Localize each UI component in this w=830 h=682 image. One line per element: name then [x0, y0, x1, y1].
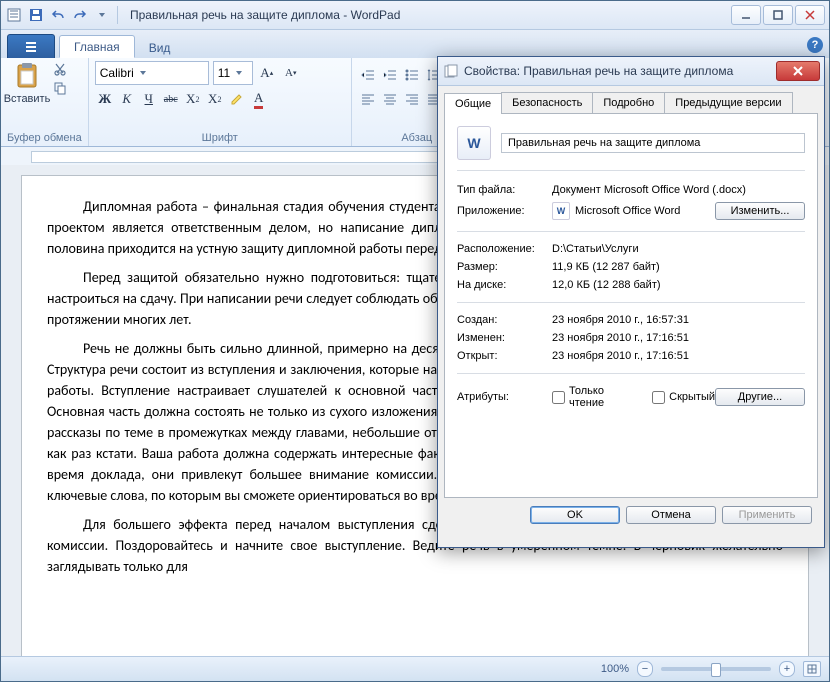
zoom-in-button[interactable]: +: [779, 661, 795, 677]
strike-button[interactable]: abc: [161, 89, 181, 109]
ok-button[interactable]: OK: [530, 506, 620, 524]
tab-main[interactable]: Главная: [59, 35, 135, 58]
tab-panel-general: W Правильная речь на защите диплома Тип …: [444, 114, 818, 498]
copy-icon[interactable]: [51, 80, 69, 96]
tab-general[interactable]: Общие: [444, 93, 502, 114]
label-created: Создан:: [457, 314, 552, 326]
label-opened: Открыт:: [457, 350, 552, 362]
dialog-icon: [444, 64, 458, 78]
shrink-font-icon[interactable]: A▾: [281, 63, 301, 83]
file-menu-button[interactable]: [7, 34, 55, 58]
other-attrs-button[interactable]: Другие...: [715, 388, 805, 406]
underline-button[interactable]: Ч: [139, 89, 159, 109]
zoom-slider[interactable]: [661, 667, 771, 671]
highlight-icon[interactable]: [227, 89, 247, 109]
titlebar: Правильная речь на защите диплома - Word…: [1, 1, 829, 30]
quick-access-toolbar: [5, 6, 111, 24]
app-window: Правильная речь на защите диплома - Word…: [0, 0, 830, 682]
cut-icon[interactable]: [51, 61, 69, 77]
paste-label: Вставить: [4, 93, 51, 105]
label-type: Тип файла:: [457, 184, 552, 196]
italic-button[interactable]: К: [117, 89, 137, 109]
grow-font-icon[interactable]: A▴: [257, 63, 277, 83]
paste-button[interactable]: Вставить: [7, 61, 47, 105]
font-color-icon[interactable]: A: [249, 89, 269, 109]
readonly-checkbox[interactable]: Только чтение: [552, 385, 636, 409]
fit-button[interactable]: [803, 661, 821, 677]
properties-dialog: Свойства: Правильная речь на защите дипл…: [437, 56, 825, 548]
tab-view[interactable]: Вид: [135, 37, 185, 58]
value-type: Документ Microsoft Office Word (.docx): [552, 184, 805, 196]
window-controls: [731, 5, 825, 25]
tab-previous[interactable]: Предыдущие версии: [664, 92, 792, 113]
dialog-title: Свойства: Правильная речь на защите дипл…: [464, 64, 770, 78]
maximize-button[interactable]: [763, 5, 793, 25]
label-app: Приложение:: [457, 205, 552, 217]
minimize-button[interactable]: [731, 5, 761, 25]
close-button[interactable]: [795, 5, 825, 25]
cancel-button[interactable]: Отмена: [626, 506, 716, 524]
dialog-titlebar: Свойства: Правильная речь на защите дипл…: [438, 57, 824, 86]
value-disk: 12,0 КБ (12 288 байт): [552, 279, 805, 291]
font-family-select[interactable]: Calibri: [95, 61, 209, 85]
font-size-select[interactable]: 11: [213, 61, 253, 85]
dialog-close-button[interactable]: [776, 61, 820, 81]
subscript-button[interactable]: X2: [183, 89, 203, 109]
dialog-buttons: OK Отмена Применить: [444, 498, 818, 524]
qat-dropdown-icon[interactable]: [93, 6, 111, 24]
inc-indent-icon[interactable]: [380, 65, 400, 85]
hidden-checkbox[interactable]: Скрытый: [652, 391, 715, 404]
apply-button[interactable]: Применить: [722, 506, 812, 524]
window-title: Правильная речь на защите диплома - Word…: [124, 8, 725, 22]
zoom-out-button[interactable]: −: [637, 661, 653, 677]
label-modified: Изменен:: [457, 332, 552, 344]
group-font-label: Шрифт: [95, 131, 345, 144]
tab-details[interactable]: Подробно: [592, 92, 665, 113]
align-left-icon[interactable]: [358, 89, 378, 109]
help-icon[interactable]: ?: [807, 37, 823, 53]
value-created: 23 ноября 2010 г., 16:57:31: [552, 314, 805, 326]
label-size: Размер:: [457, 261, 552, 273]
group-clipboard-label: Буфер обмена: [7, 131, 82, 144]
value-opened: 23 ноября 2010 г., 17:16:51: [552, 350, 805, 362]
label-location: Расположение:: [457, 243, 552, 255]
value-app: Microsoft Office Word: [575, 205, 680, 217]
superscript-button[interactable]: X2: [205, 89, 225, 109]
zoom-label: 100%: [601, 663, 629, 675]
redo-icon[interactable]: [71, 6, 89, 24]
bold-button[interactable]: Ж: [95, 89, 115, 109]
filename-input[interactable]: Правильная речь на защите диплома: [501, 133, 805, 153]
change-button[interactable]: Изменить...: [715, 202, 805, 220]
group-clipboard: Вставить Буфер обмена: [1, 58, 89, 146]
file-icon: W: [457, 126, 491, 160]
align-right-icon[interactable]: [402, 89, 422, 109]
undo-icon[interactable]: [49, 6, 67, 24]
save-icon[interactable]: [27, 6, 45, 24]
ribbon-tabs: Главная Вид ?: [1, 30, 829, 58]
value-location: D:\Статьи\Услуги: [552, 243, 805, 255]
app-menu-icon[interactable]: [5, 6, 23, 24]
app-icon: W: [552, 202, 570, 220]
dialog-tabs: Общие Безопасность Подробно Предыдущие в…: [444, 92, 818, 114]
value-size: 11,9 КБ (12 287 байт): [552, 261, 805, 273]
bullets-icon[interactable]: [402, 65, 422, 85]
value-modified: 23 ноября 2010 г., 17:16:51: [552, 332, 805, 344]
dialog-body: Общие Безопасность Подробно Предыдущие в…: [438, 86, 824, 530]
statusbar: 100% − +: [1, 656, 829, 681]
label-attributes: Атрибуты:: [457, 391, 552, 403]
tab-security[interactable]: Безопасность: [501, 92, 593, 113]
align-center-icon[interactable]: [380, 89, 400, 109]
group-font: Calibri 11 A▴ A▾ Ж К Ч abc X2 X2 A Шрифт: [89, 58, 352, 146]
label-disk: На диске:: [457, 279, 552, 291]
dec-indent-icon[interactable]: [358, 65, 378, 85]
